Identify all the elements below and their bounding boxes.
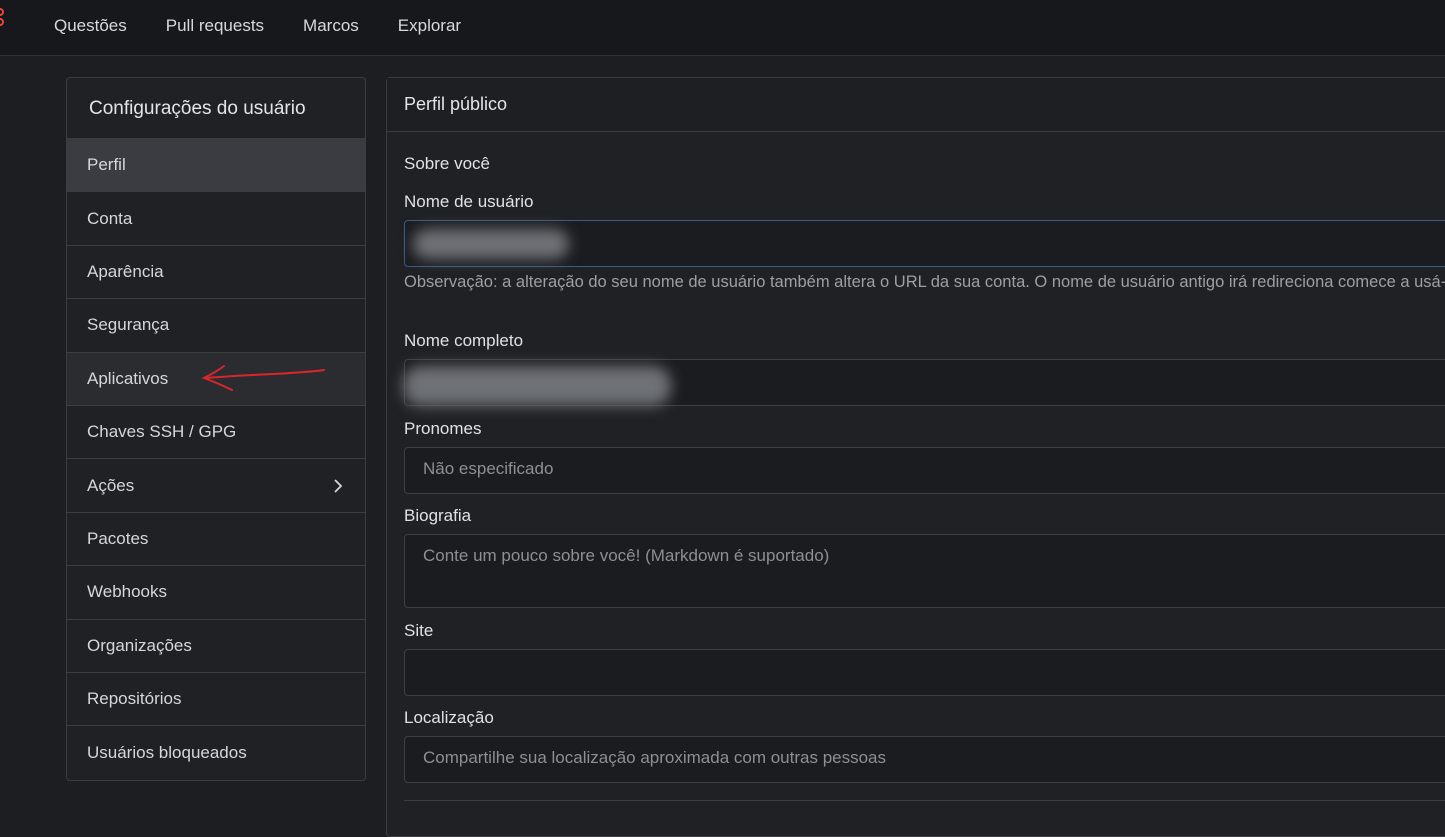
fullname-label: Nome completo (404, 331, 524, 350)
nav-milestones[interactable]: Marcos (303, 16, 359, 36)
sidebar-title: Configurações do usuário (67, 78, 365, 139)
sidebar-item-actions[interactable]: Ações (67, 459, 365, 513)
panel-title: Perfil público (387, 78, 1445, 132)
sidebar-item-profile[interactable]: Perfil (67, 139, 365, 193)
sidebar-item-organizations[interactable]: Organizações (67, 620, 365, 673)
username-label: Nome de usuário (404, 192, 534, 211)
location-input[interactable]: Compartilhe sua localização aproximada c… (404, 736, 1445, 783)
fullname-input[interactable] (403, 359, 1445, 406)
main-nav: Questões Pull requests Marcos Explorar (54, 0, 500, 52)
sidebar-item-label: Usuários bloqueados (87, 742, 247, 762)
sidebar-item-label: Chaves SSH / GPG (87, 422, 237, 442)
pronouns-select[interactable]: Não especificado (404, 447, 1445, 494)
bio-label: Biografia (404, 506, 472, 525)
sidebar-item-packages[interactable]: Pacotes (67, 513, 365, 567)
sidebar-item-label: Conta (87, 208, 133, 228)
top-navbar: Questões Pull requests Marcos Explorar (0, 0, 1445, 56)
sidebar-item-account[interactable]: Conta (67, 192, 365, 246)
sidebar-item-security[interactable]: Segurança (67, 299, 365, 353)
redacted-fullname (403, 366, 671, 406)
pronouns-label: Pronomes (404, 419, 482, 438)
sidebar-item-repositories[interactable]: Repositórios (67, 673, 365, 727)
red-arrow-annotation (201, 365, 325, 391)
section-divider (404, 800, 1445, 801)
nav-pull-requests[interactable]: Pull requests (166, 16, 264, 36)
sidebar-item-label: Organizações (87, 635, 192, 655)
sidebar-item-blocked-users[interactable]: Usuários bloqueados (67, 726, 365, 779)
nav-explore[interactable]: Explorar (398, 16, 461, 36)
public-profile-panel: Perfil público Sobre você Nome de usuári… (386, 77, 1445, 837)
site-label: Site (404, 621, 434, 640)
sidebar-item-webhooks[interactable]: Webhooks (67, 566, 365, 620)
sidebar-item-label: Ações (87, 475, 135, 495)
sidebar-item-label: Perfil (87, 155, 126, 175)
chevron-right-icon (334, 478, 343, 493)
username-help-text: Observação: a alteração do seu nome de u… (404, 273, 1445, 291)
sidebar-item-label: Segurança (87, 315, 170, 335)
sidebar-item-label: Pacotes (87, 528, 149, 548)
site-input[interactable] (404, 649, 1445, 696)
sidebar-item-label: Webhooks (87, 582, 168, 602)
sidebar-item-ssh-gpg-keys[interactable]: Chaves SSH / GPG (67, 406, 365, 460)
sidebar-item-label: Aplicativos (87, 368, 169, 388)
location-label: Localização (404, 708, 494, 727)
sidebar-item-appearance[interactable]: Aparência (67, 246, 365, 300)
settings-sidebar: Configurações do usuário Perfil Conta Ap… (66, 77, 366, 781)
bio-textarea[interactable]: Conte um pouco sobre você! (Markdown é s… (404, 534, 1445, 608)
nav-issues[interactable]: Questões (54, 16, 127, 36)
redacted-username (413, 229, 569, 259)
username-input[interactable] (404, 220, 1445, 267)
section-title: Sobre você (404, 154, 490, 173)
sidebar-item-label: Aparência (87, 261, 164, 281)
sidebar-item-label: Repositórios (87, 689, 182, 709)
logo-icon[interactable] (0, 6, 6, 28)
